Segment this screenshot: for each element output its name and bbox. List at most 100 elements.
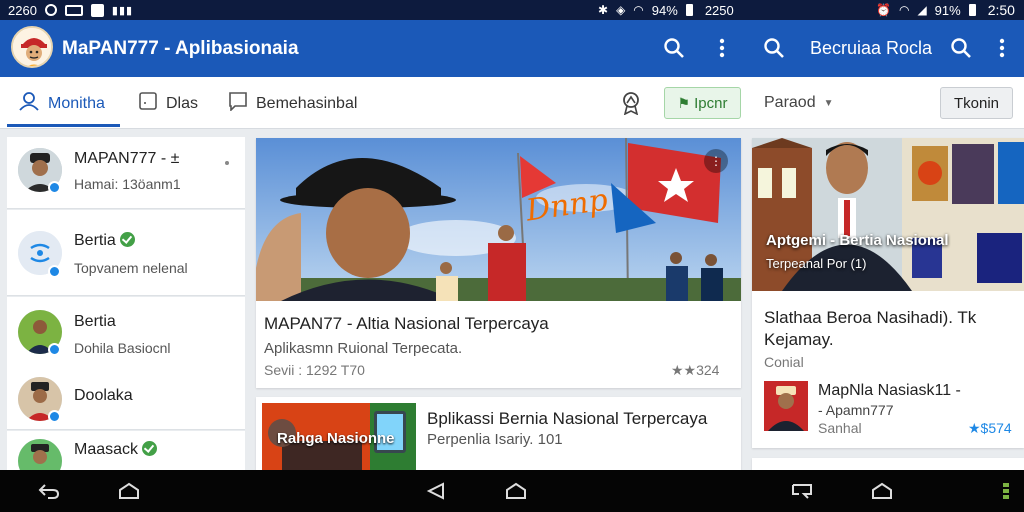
sidebar-item-group: Bertia Dohila Basiocnl Doolaka (7, 297, 245, 430)
news-card-main[interactable]: Dnnp ⋮ MAPAN77 - Altia Nasional Terperca… (256, 138, 741, 388)
home-icon[interactable] (505, 482, 527, 500)
news-image-sub: Terpeanal Por (1) (766, 256, 867, 271)
news-image: Aptgemi - Bertia Nasional Terpeanal Por … (752, 138, 1024, 291)
news-card-second[interactable]: Rahga Nasionne Bplikassi Bernia Nasional… (256, 397, 741, 470)
related-meta: Sanhal (818, 420, 862, 436)
news-title-line1[interactable]: Slathaa Beroa Nasihadi). Tk (764, 308, 976, 328)
news-title-line2[interactable]: Kejamay. (764, 330, 834, 350)
search-icon[interactable] (662, 36, 686, 60)
sidebar-item-name-row: Bertia (74, 232, 135, 250)
more-vert-icon[interactable] (710, 36, 734, 60)
check-badge-icon (119, 232, 135, 247)
status-dots-icon: ▮▮▮ (111, 4, 134, 17)
related-thumbnail (764, 381, 808, 431)
news-card-right[interactable]: Aptgemi - Bertia Nasional Terpeanal Por … (752, 138, 1024, 448)
news-count: ★★324 (671, 362, 720, 378)
status-center: ✱ ◈ ◠ 94% 2250 (598, 3, 734, 18)
news-image: Dnnp ⋮ (256, 138, 741, 302)
alarm-icon: ⏰ (876, 3, 891, 17)
vibrate-icon: ◈ (616, 3, 626, 17)
report-button[interactable]: ⚑ Ipcnr (664, 87, 741, 119)
bluetooth-icon: ✱ (598, 3, 609, 17)
document-icon (138, 91, 158, 116)
tab-bemehasinbal[interactable]: Bemehasinbal (228, 91, 357, 116)
tab-monitha[interactable]: Monitha (18, 91, 105, 116)
app-title: MaPAN777 - Aplibasionaia (62, 38, 299, 59)
related-name[interactable]: MapNla Nasiask11 - (818, 382, 961, 400)
back-icon[interactable] (38, 482, 60, 500)
sidebar-item-maasack[interactable]: Maasack (7, 431, 245, 483)
battery-icon (685, 4, 693, 16)
home-icon[interactable] (118, 482, 140, 500)
news-card-next (752, 458, 1024, 470)
related-name-2: - Apamn777 (818, 402, 894, 418)
search-icon[interactable] (762, 36, 786, 60)
report-label: Ipcnr (694, 94, 728, 112)
sidebar-item-name: Doolaka (74, 387, 133, 404)
verified-badge-icon (48, 410, 61, 423)
news-thumbnail: Rahga Nasionne (262, 403, 416, 470)
wifi-icon: ◠ (633, 3, 644, 17)
search-icon[interactable] (949, 36, 973, 60)
sort-dropdown[interactable]: Paraod ▼ (764, 94, 834, 112)
sidebar-item-doolaka[interactable]: Doolaka (7, 363, 245, 429)
clock-right: 2:50 (987, 2, 1015, 18)
active-tab-indicator (7, 124, 120, 127)
more-options-icon[interactable]: ⋮ (704, 149, 728, 173)
action-button-label: Tkonin (953, 94, 1000, 112)
verified-badge-icon (48, 181, 61, 194)
sidebar-item-bertia[interactable]: Bertia Topvanem nelenal (7, 210, 245, 296)
news-subtitle: Perpenlia Isariy. 101 (427, 431, 563, 448)
chat-icon (228, 91, 248, 116)
status-notification-icon (44, 4, 57, 16)
signal-icon: ◢ (917, 3, 927, 17)
news-title[interactable]: Bplikassi Bernia Nasional Terpercaya (427, 409, 707, 429)
tab-dlas[interactable]: Dlas (138, 91, 198, 116)
status-download-icon (90, 3, 104, 17)
signal-strength-icon (1002, 482, 1010, 500)
status-left-text: 2260 (8, 2, 37, 18)
status-bar: 2260 ▮▮▮ ✱ ◈ ◠ 94% 2250 ⏰ ◠ ◢ 91% 2:50 (0, 0, 1024, 20)
check-badge-icon (142, 441, 158, 456)
flag-icon: ⚑ (677, 94, 691, 111)
clock-left: 2250 (704, 2, 734, 18)
dot-icon (225, 161, 229, 165)
tab-label: Monitha (48, 94, 105, 112)
award-icon[interactable] (620, 91, 642, 120)
news-subtitle: Aplikasmn Ruional Terpecata. (264, 340, 463, 357)
status-mail-icon (64, 4, 83, 16)
verified-badge-icon (48, 265, 61, 278)
status-right: ⏰ ◠ ◢ 91% 2:50 (876, 2, 1015, 18)
news-title[interactable]: MAPAN77 - Altia Nasional Terpercaya (264, 314, 549, 334)
more-vert-icon[interactable] (990, 36, 1014, 60)
sidebar: MAPAN777 - ± Hamai: 13öanm1 Bertia Topva… (7, 137, 245, 483)
recent-apps-icon[interactable] (791, 482, 813, 500)
chevron-down-icon: ▼ (823, 97, 834, 109)
sidebar-item-name: Bertia (74, 232, 116, 249)
navigation-bar (0, 470, 1024, 512)
home-icon[interactable] (871, 482, 893, 500)
app-bar: MaPAN777 - Aplibasionaia Becruiaa Rocla (0, 20, 1024, 77)
app-logo (11, 26, 53, 68)
tab-label: Dlas (166, 94, 199, 112)
battery-icon (968, 4, 976, 16)
tab-bar: Monitha Dlas Bemehasinbal ⚑ Ipcnr Paraod… (0, 77, 1024, 129)
back-icon[interactable] (425, 482, 447, 500)
news-meta: Sevii : 1292 T70 (264, 362, 365, 378)
sidebar-item-sub: Hamai: 13öanm1 (74, 176, 181, 192)
wifi-icon: ◠ (898, 3, 910, 17)
sidebar-item-sub: Topvanem nelenal (74, 260, 188, 276)
verified-badge-icon (48, 343, 61, 356)
app-bar-right-title[interactable]: Becruiaa Rocla (810, 38, 932, 59)
battery-percent-left: 94% (651, 2, 678, 18)
related-count: ★$574 (968, 420, 1012, 436)
sidebar-item-mapan777[interactable]: MAPAN777 - ± Hamai: 13öanm1 (7, 137, 245, 209)
sidebar-item-bertia-2[interactable]: Bertia Dohila Basiocnl (7, 297, 245, 363)
sort-label: Paraod (764, 94, 816, 111)
sidebar-item-name-row: Maasack (74, 441, 158, 459)
person-icon (18, 91, 40, 116)
tab-label: Bemehasinbal (256, 94, 358, 112)
action-button[interactable]: Tkonin (940, 87, 1013, 119)
news-label: Conial (764, 354, 804, 370)
battery-percent-right: 91% (934, 2, 961, 18)
